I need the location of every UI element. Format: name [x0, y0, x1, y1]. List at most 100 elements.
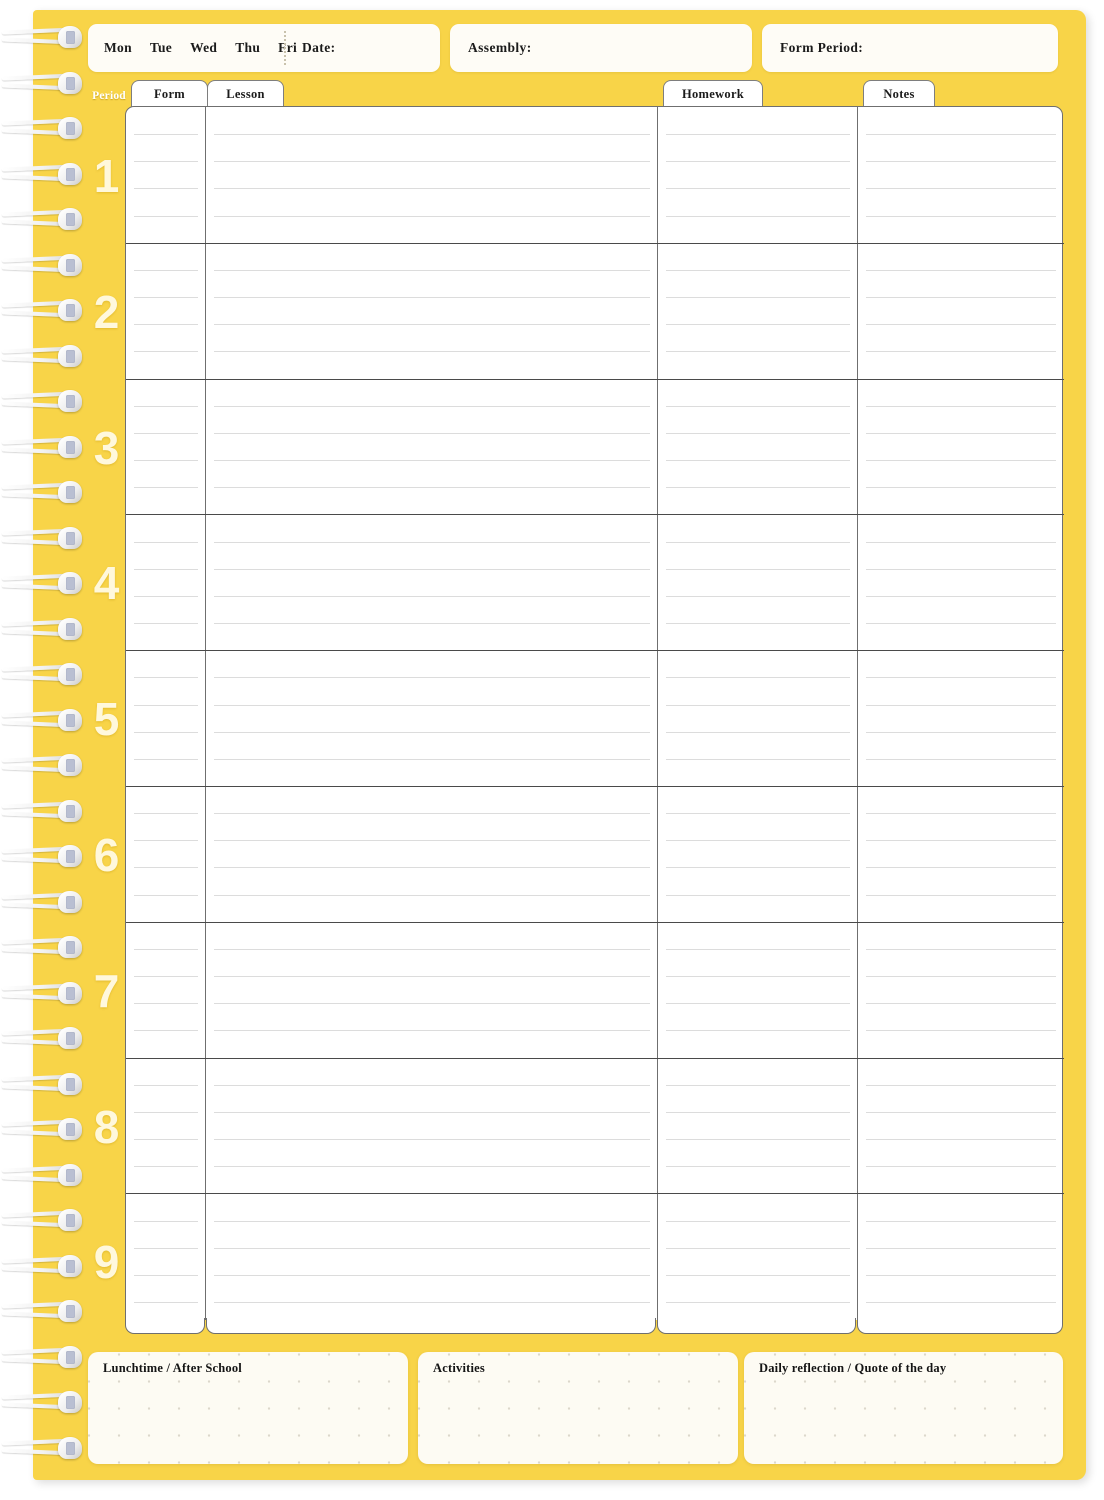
period-number-6: 6: [93, 829, 120, 881]
period-separator: [126, 650, 1064, 651]
writing-rule-line: [134, 406, 198, 407]
writing-rule-line: [866, 1003, 1056, 1004]
period-number-9: 9: [93, 1236, 120, 1288]
period-number-2: 2: [93, 286, 120, 338]
writing-rule-line: [134, 351, 198, 352]
lesson-grid[interactable]: [125, 106, 1064, 1335]
writing-rule-line: [666, 1275, 850, 1276]
writing-rule-line: [134, 623, 198, 624]
day-option-thu[interactable]: Thu: [235, 40, 260, 56]
period-number-3: 3: [93, 422, 120, 474]
writing-rule-line: [866, 270, 1056, 271]
writing-rule-line: [134, 1030, 198, 1031]
writing-rule-line: [134, 433, 198, 434]
writing-rule-line: [866, 351, 1056, 352]
writing-rule-line: [866, 1275, 1056, 1276]
day-selector[interactable]: Mon Tue Wed Thu Fri: [104, 24, 297, 72]
period-number-7: 7: [93, 965, 120, 1017]
writing-rule-line: [666, 732, 850, 733]
day-option-tue[interactable]: Tue: [150, 40, 172, 56]
writing-rule-line: [666, 460, 850, 461]
assembly-label: Assembly:: [468, 40, 532, 55]
period-separator: [126, 1193, 1064, 1194]
day-option-wed[interactable]: Wed: [190, 40, 217, 56]
writing-rule-line: [214, 270, 650, 271]
date-label: Date:: [302, 40, 336, 55]
writing-rule-line: [214, 569, 650, 570]
day-option-mon[interactable]: Mon: [104, 40, 132, 56]
writing-rule-line: [134, 867, 198, 868]
writing-rule-line: [134, 270, 198, 271]
form-period-field[interactable]: Form Period:: [762, 24, 1058, 72]
activities-box[interactable]: Activities: [418, 1352, 738, 1464]
lunchtime-after-school-label: Lunchtime / After School: [103, 1361, 248, 1376]
writing-rule-line: [866, 623, 1056, 624]
writing-rule-line: [214, 1085, 650, 1086]
writing-rule-line: [866, 1302, 1056, 1303]
writing-rule-line: [214, 433, 650, 434]
period-separator: [126, 514, 1064, 515]
writing-rule-line: [214, 1030, 650, 1031]
writing-rule-line: [214, 895, 650, 896]
writing-rule-line: [134, 161, 198, 162]
writing-rule-line: [134, 216, 198, 217]
daily-reflection-label: Daily reflection / Quote of the day: [759, 1361, 953, 1376]
day-and-date-field[interactable]: Mon Tue Wed Thu Fri Date:: [88, 24, 440, 72]
tab-homework[interactable]: Homework: [663, 80, 763, 108]
writing-rule-line: [214, 732, 650, 733]
writing-rule-line: [134, 1275, 198, 1276]
writing-rule-line: [666, 1221, 850, 1222]
writing-rule-line: [866, 759, 1056, 760]
writing-rule-line: [134, 1302, 198, 1303]
column-tab-row: Period Form Lesson Homework Notes: [88, 80, 1063, 108]
writing-rule-line: [866, 1166, 1056, 1167]
lunchtime-after-school-box[interactable]: Lunchtime / After School: [88, 1352, 408, 1464]
writing-rule-line: [666, 1302, 850, 1303]
writing-rule-line: [666, 433, 850, 434]
writing-rule-line: [214, 460, 650, 461]
writing-rule-line: [214, 949, 650, 950]
writing-rule-line: [866, 949, 1056, 950]
writing-rule-line: [214, 1248, 650, 1249]
writing-rule-line: [666, 813, 850, 814]
period-number-8: 8: [93, 1101, 120, 1153]
column-separator-lesson-homework: [657, 106, 658, 1335]
writing-rule-line: [666, 1030, 850, 1031]
writing-rule-line: [134, 297, 198, 298]
writing-rule-line: [666, 351, 850, 352]
writing-rule-line: [214, 759, 650, 760]
writing-rule-line: [134, 1221, 198, 1222]
assembly-field[interactable]: Assembly:: [450, 24, 752, 72]
writing-rule-line: [134, 1139, 198, 1140]
period-separator: [126, 1058, 1064, 1059]
writing-rule-line: [666, 161, 850, 162]
writing-rule-line: [214, 623, 650, 624]
column-foot-form: [125, 1318, 205, 1334]
writing-rule-line: [866, 297, 1056, 298]
tab-lesson[interactable]: Lesson: [207, 80, 284, 108]
writing-rule-line: [666, 270, 850, 271]
writing-rule-line: [214, 1139, 650, 1140]
writing-rule-line: [214, 134, 650, 135]
writing-rule-line: [866, 406, 1056, 407]
writing-rule-line: [666, 1248, 850, 1249]
column-separator-form-lesson: [205, 106, 206, 1335]
writing-rule-line: [666, 542, 850, 543]
writing-rule-line: [134, 840, 198, 841]
writing-rule-line: [866, 460, 1056, 461]
writing-rule-line: [214, 324, 650, 325]
writing-rule-line: [214, 406, 650, 407]
daily-reflection-box[interactable]: Daily reflection / Quote of the day: [744, 1352, 1063, 1464]
tab-notes[interactable]: Notes: [863, 80, 935, 108]
tab-form[interactable]: Form: [131, 80, 208, 108]
writing-rule-line: [666, 188, 850, 189]
column-foot-homework: [657, 1318, 856, 1334]
writing-rule-line: [666, 569, 850, 570]
writing-rule-line: [134, 732, 198, 733]
writing-rule-line: [866, 1248, 1056, 1249]
writing-rule-line: [866, 732, 1056, 733]
writing-rule-line: [866, 1085, 1056, 1086]
writing-rule-line: [666, 895, 850, 896]
day-option-fri[interactable]: Fri: [278, 40, 297, 56]
writing-rule-line: [134, 813, 198, 814]
